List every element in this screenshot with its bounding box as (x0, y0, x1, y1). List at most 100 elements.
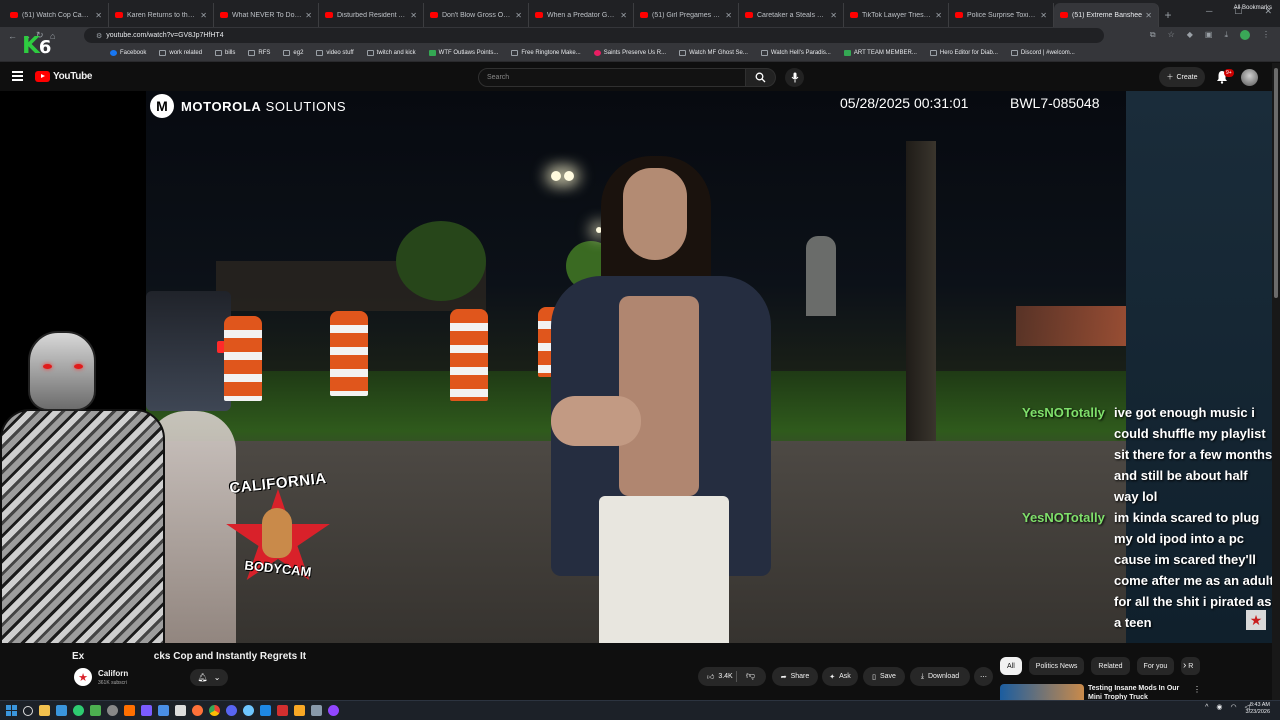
app-icon[interactable] (175, 705, 186, 716)
close-tab-icon[interactable]: ✕ (1145, 11, 1152, 20)
tray-app-icon[interactable]: ◉ (1216, 703, 1222, 711)
bookmark-item[interactable]: ART TEAM MEMBER... (843, 49, 917, 56)
recommended-video-thumbnail[interactable] (1000, 684, 1084, 700)
bookmark-item[interactable]: Hero Editor for Diab... (929, 49, 998, 56)
search-input[interactable]: Search (478, 68, 746, 87)
bookmark-item[interactable]: Saints Preserve Us R... (593, 49, 666, 56)
voice-search-button[interactable] (785, 68, 804, 87)
file-explorer-icon[interactable] (39, 705, 50, 716)
bookmark-item[interactable]: WTF Outlaws Points... (428, 49, 498, 56)
ask-button[interactable]: ✦ Ask (822, 667, 858, 686)
app-icon[interactable] (107, 705, 118, 716)
more-actions-button[interactable]: ⋯ (974, 667, 993, 686)
create-button[interactable]: ＋ Create (1159, 67, 1205, 87)
app-icon[interactable] (158, 705, 169, 716)
close-tab-icon[interactable]: ✕ (410, 11, 417, 20)
channel-name[interactable]: Californ (98, 669, 128, 678)
close-tab-icon[interactable]: ✕ (830, 11, 837, 20)
taskbar-search-icon[interactable] (23, 705, 33, 716)
close-tab-icon[interactable]: ✕ (620, 11, 627, 20)
app-icon[interactable] (73, 705, 84, 716)
url-field[interactable]: ⚙ youtube.com/watch?v=GV8Jp7HfHT4 (84, 28, 1104, 43)
app-icon[interactable] (243, 705, 254, 716)
like-dislike-button[interactable]: 👍︎ 3.4K 👎︎ (698, 667, 766, 686)
app-icon[interactable] (141, 705, 152, 716)
app-icon[interactable] (277, 705, 288, 716)
save-button[interactable]: ▯ Save (863, 667, 905, 686)
browser-tab[interactable]: Caretaker a Steals Badge✕ (739, 3, 844, 27)
back-icon[interactable]: ← (8, 31, 22, 41)
minimize-icon[interactable]: ─ (1206, 6, 1212, 17)
install-icon[interactable]: ⧉ (1150, 30, 1156, 40)
chevron-right-icon[interactable]: › (1183, 660, 1186, 671)
profile-avatar[interactable] (1240, 30, 1250, 40)
app-icon[interactable] (260, 705, 271, 716)
all-bookmarks-button[interactable]: All Bookmarks (1234, 5, 1272, 11)
bookmark-item[interactable]: twitch and kick (366, 49, 416, 56)
wifi-icon[interactable]: ◠ (1231, 703, 1237, 711)
filter-chip[interactable]: For you (1136, 657, 1175, 675)
bookmark-item[interactable]: video stuff (316, 49, 354, 56)
browser-tab[interactable]: When a Predator Gets Ca✕ (529, 3, 634, 27)
close-tab-icon[interactable]: ✕ (200, 11, 207, 20)
browser-tab[interactable]: Disturbed Resident Attem✕ (319, 3, 424, 27)
browser-tab[interactable]: What NEVER To Do During✕ (214, 3, 319, 27)
bookmark-item[interactable]: Facebook (110, 49, 146, 56)
channel-avatar[interactable]: ★ (74, 668, 92, 686)
browser-tab[interactable]: Police Surprise Toxic Coup✕ (949, 3, 1054, 27)
bookmark-item[interactable]: Watch MF Ghost Se... (679, 49, 748, 56)
home-icon[interactable]: ⌂ (50, 31, 64, 41)
close-tab-icon[interactable]: ✕ (1040, 11, 1047, 20)
browser-tab[interactable]: (51) Girl Pregames Thanks✕ (634, 3, 739, 27)
search-button[interactable] (746, 68, 776, 87)
discord-icon[interactable] (226, 705, 237, 716)
extension-icon[interactable]: ◆ (1187, 30, 1193, 40)
tray-chevron-icon[interactable]: ^ (1205, 704, 1208, 711)
vlc-icon[interactable] (124, 705, 135, 716)
bookmark-item[interactable]: Watch Hell's Paradis... (760, 49, 831, 56)
bookmark-item[interactable]: work related (159, 49, 202, 56)
close-tab-icon[interactable]: ✕ (935, 11, 942, 20)
firefox-icon[interactable] (192, 705, 203, 716)
bookmark-item[interactable]: bills (215, 49, 235, 56)
menu-icon[interactable] (12, 71, 23, 81)
close-tab-icon[interactable]: ✕ (305, 11, 312, 20)
filter-chip[interactable]: Related (1091, 657, 1130, 675)
browser-menu-icon[interactable]: ⋮ (1262, 30, 1270, 40)
mail-icon[interactable] (56, 705, 67, 716)
scrollbar-thumb[interactable] (1274, 68, 1278, 298)
chrome-icon[interactable] (209, 705, 220, 716)
extensions-puzzle-icon[interactable]: ▣ (1205, 30, 1213, 40)
download-icon[interactable]: ⤓ (1224, 30, 1228, 40)
browser-tab[interactable]: (51) Watch Cop Cam - Yo✕ (4, 3, 109, 27)
browser-tab[interactable]: (51) Extreme Banshee ✕ (1054, 3, 1159, 27)
site-info-icon[interactable]: ⚙ (96, 32, 102, 40)
settings-icon[interactable] (311, 705, 322, 716)
close-tab-icon[interactable]: ✕ (95, 11, 102, 20)
app-icon[interactable] (90, 705, 101, 716)
thumbs-down-icon[interactable]: 👎︎ (746, 670, 755, 681)
browser-tab[interactable]: Don't Blow Gross On Her✕ (424, 3, 529, 27)
new-tab-button[interactable]: + (1159, 3, 1177, 27)
browser-tab[interactable]: TikTok Lawyer Tries to Bu✕ (844, 3, 949, 27)
bookmark-item[interactable]: Free Ringtone Make... (511, 49, 581, 56)
account-avatar[interactable] (1241, 69, 1258, 86)
bookmark-item[interactable]: Discord | #welcom... (1010, 49, 1075, 56)
recommended-video-title[interactable]: Testing Insane Mods In Our Mini Trophy T… (1088, 684, 1184, 700)
filter-chip[interactable]: All (1000, 657, 1022, 675)
more-vertical-icon[interactable]: ⋮ (1193, 685, 1201, 694)
subscription-notifications-button[interactable]: 🔔︎ ⌄ (190, 669, 228, 686)
taskbar-clock[interactable]: 8:43 AM 3/23/2026 (1246, 702, 1270, 716)
share-button[interactable]: ➦ Share (772, 667, 818, 686)
video-player[interactable]: M MOTOROLA SOLUTIONS 05/28/2025 00:31:01… (0, 91, 1280, 643)
bookmark-star-icon[interactable]: ☆ (1168, 30, 1175, 40)
youtube-logo[interactable]: YouTube (35, 71, 93, 82)
app-icon[interactable] (294, 705, 305, 716)
close-tab-icon[interactable]: ✕ (725, 11, 732, 20)
close-tab-icon[interactable]: ✕ (515, 11, 522, 20)
bookmark-item[interactable]: RFS (248, 49, 270, 56)
obs-icon[interactable] (328, 705, 339, 716)
windows-start-icon[interactable] (6, 705, 17, 716)
browser-tab[interactable]: Karen Returns to the Gas✕ (109, 3, 214, 27)
download-button[interactable]: ⤓ Download (910, 667, 970, 686)
